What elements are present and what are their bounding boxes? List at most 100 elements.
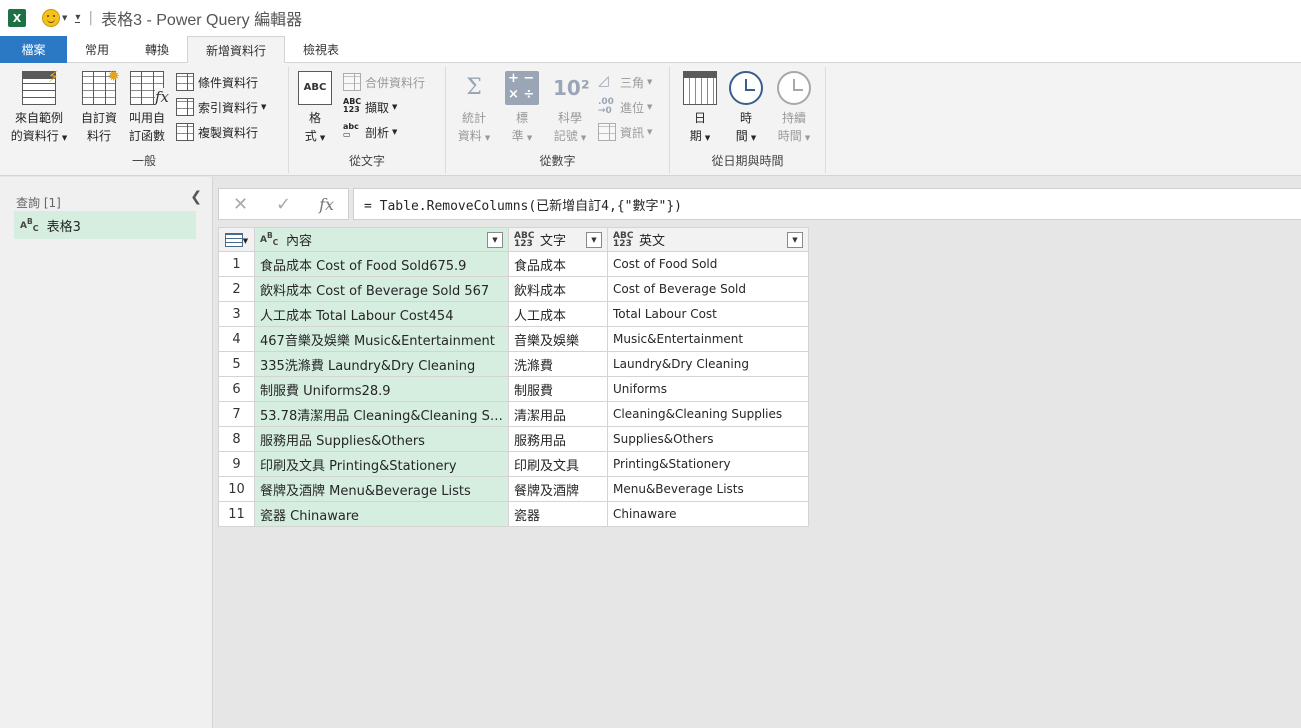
rounding-button[interactable]: .00 →0 進位 ▼ — [598, 96, 652, 118]
fx-icon[interactable]: fx — [319, 195, 334, 214]
table-body: 1 食品成本 Cost of Food Sold675.9 食品成本 Cost of … — [218, 251, 809, 527]
row-number[interactable]: 1 — [218, 251, 255, 277]
any-type-icon[interactable]: ABC 123 — [613, 231, 633, 248]
cell-content[interactable]: 印刷及文具 Printing&Stationery — [254, 451, 509, 477]
cell-text[interactable]: 清潔用品 — [508, 401, 608, 427]
stopwatch-icon — [777, 71, 811, 105]
cell-english[interactable]: Cleaning&Cleaning Supplies — [607, 401, 809, 427]
cell-content[interactable]: 瓷器 Chinaware — [254, 501, 509, 527]
cell-text[interactable]: 人工成本 — [508, 301, 608, 327]
row-number[interactable]: 2 — [218, 276, 255, 302]
column-from-examples-button[interactable]: ⚡ 來自範例 的資料行 ▼ — [6, 68, 72, 147]
tab-view[interactable]: 檢視表 — [285, 36, 357, 63]
cell-text[interactable]: 音樂及娛樂 — [508, 326, 608, 352]
cell-english[interactable]: Menu&Beverage Lists — [607, 476, 809, 502]
duplicate-column-button[interactable]: 複製資料行 — [176, 121, 258, 143]
cell-content[interactable]: 餐牌及酒牌 Menu&Beverage Lists — [254, 476, 509, 502]
column-header-text[interactable]: ABC 123 文字 ▼ — [508, 227, 608, 252]
cell-content[interactable]: 335洗滌費 Laundry&Dry Cleaning — [254, 351, 509, 377]
parse-button[interactable]: abc ▭ 剖析 ▼ — [343, 121, 397, 143]
query-item[interactable]: ABC 表格3 — [14, 211, 196, 239]
row-number[interactable]: 5 — [218, 351, 255, 377]
cell-english[interactable]: Printing&Stationery — [607, 451, 809, 477]
formula-input[interactable]: = Table.RemoveColumns(已新增自訂4,{"數字"}) — [353, 188, 1301, 220]
cell-english[interactable]: Supplies&Others — [607, 426, 809, 452]
tab-add-column[interactable]: 新增資料行 — [187, 36, 286, 64]
check-icon[interactable]: ✓ — [276, 194, 291, 215]
filter-dropdown-icon[interactable]: ▼ — [487, 231, 503, 248]
information-button[interactable]: 資訊 ▼ — [598, 121, 652, 143]
group-general-label: 一般 — [131, 154, 156, 168]
cell-english[interactable]: Music&Entertainment — [607, 326, 809, 352]
row-number[interactable]: 9 — [218, 451, 255, 477]
any-type-icon[interactable]: ABC 123 — [514, 231, 534, 248]
chevron-down-icon: ▼ — [261, 103, 267, 111]
cell-english[interactable]: Cost of Food Sold — [607, 251, 809, 277]
row-number[interactable]: 6 — [218, 376, 255, 402]
trigonometry-button[interactable]: ◿ 三角 ▼ — [598, 71, 652, 93]
customize-toolbar-icon[interactable]: ▾ — [75, 12, 81, 23]
tab-home[interactable]: 常用 — [67, 36, 127, 63]
column-from-examples-icon: ⚡ — [22, 68, 59, 105]
text-type-icon[interactable]: ABC — [260, 232, 280, 247]
statistics-label-1: 統計 — [461, 111, 486, 125]
statistics-button[interactable]: Σ 統計 資料 ▼ — [452, 71, 496, 147]
cell-content[interactable]: 467音樂及娛樂 Music&Entertainment — [254, 326, 509, 352]
format-button[interactable]: ABC 格 式 ▼ — [295, 71, 335, 147]
chevron-down-icon[interactable]: ▼ — [62, 14, 67, 22]
tab-transform[interactable]: 轉換 — [127, 36, 187, 63]
column-header-english[interactable]: ABC 123 英文 ▼ — [607, 227, 809, 252]
standard-label-2: 準 ▼ — [502, 127, 542, 147]
cell-text[interactable]: 食品成本 — [508, 251, 608, 277]
row-number[interactable]: 10 — [218, 476, 255, 502]
table-corner[interactable]: ▼ — [218, 227, 255, 252]
feedback-smiley-icon[interactable] — [42, 9, 60, 27]
scientific-label-2: 記號 ▼ — [548, 127, 592, 147]
cell-text[interactable]: 印刷及文具 — [508, 451, 608, 477]
cell-english[interactable]: Chinaware — [607, 501, 809, 527]
cell-content[interactable]: 服務用品 Supplies&Others — [254, 426, 509, 452]
cell-content[interactable]: 人工成本 Total Labour Cost454 — [254, 301, 509, 327]
column-header-label: 英文 — [639, 234, 666, 249]
row-number[interactable]: 8 — [218, 426, 255, 452]
index-column-button[interactable]: 索引資料行 ▼ — [176, 96, 266, 118]
cell-content[interactable]: 食品成本 Cost of Food Sold675.9 — [254, 251, 509, 277]
filter-dropdown-icon[interactable]: ▼ — [586, 231, 602, 248]
cell-english[interactable]: Cost of Beverage Sold — [607, 276, 809, 302]
row-number[interactable]: 3 — [218, 301, 255, 327]
cell-english[interactable]: Total Labour Cost — [607, 301, 809, 327]
cell-text[interactable]: 制服費 — [508, 376, 608, 402]
cell-text[interactable]: 洗滌費 — [508, 351, 608, 377]
standard-label-1: 標 — [515, 111, 528, 125]
scientific-label-1: 科學 — [557, 111, 582, 125]
date-button[interactable]: 日 期 ▼ — [680, 71, 720, 147]
chevron-left-icon[interactable]: ❮ — [190, 189, 202, 205]
filter-dropdown-icon[interactable]: ▼ — [787, 231, 803, 248]
merge-columns-button[interactable]: 合併資料行 — [343, 71, 425, 93]
cell-english[interactable]: Uniforms — [607, 376, 809, 402]
text-type-icon: ABC — [20, 216, 39, 233]
cell-content[interactable]: 53.78清潔用品 Cleaning&Cleaning Suppl... — [254, 401, 509, 427]
duration-button[interactable]: 持續 時間 ▼ — [772, 71, 816, 147]
excel-icon[interactable]: X — [8, 9, 26, 27]
conditional-column-button[interactable]: 條件資料行 — [176, 71, 258, 93]
cell-text[interactable]: 飲料成本 — [508, 276, 608, 302]
custom-column-button[interactable]: ✹ 自訂資 料行 — [76, 67, 122, 145]
cell-text[interactable]: 服務用品 — [508, 426, 608, 452]
column-header-content[interactable]: ABC 內容 ▼ — [254, 227, 509, 252]
row-number[interactable]: 11 — [218, 501, 255, 527]
invoke-custom-function-button[interactable]: fx 叫用自 訂函數 — [124, 71, 170, 145]
scientific-button[interactable]: 10² 科學 記號 ▼ — [548, 71, 592, 147]
cell-content[interactable]: 飲料成本 Cost of Beverage Sold 567 — [254, 276, 509, 302]
cell-content[interactable]: 制服費 Uniforms28.9 — [254, 376, 509, 402]
cell-text[interactable]: 餐牌及酒牌 — [508, 476, 608, 502]
standard-button[interactable]: 標 準▼ — [502, 71, 542, 147]
extract-button[interactable]: ABC 123 擷取 ▼ — [343, 96, 397, 118]
time-button[interactable]: 時 間 ▼ — [726, 71, 766, 147]
row-number[interactable]: 7 — [218, 401, 255, 427]
cell-text[interactable]: 瓷器 — [508, 501, 608, 527]
row-number[interactable]: 4 — [218, 326, 255, 352]
cancel-icon[interactable]: ✕ — [233, 194, 248, 215]
cell-english[interactable]: Laundry&Dry Cleaning — [607, 351, 809, 377]
tab-file[interactable]: 檔案 — [0, 36, 67, 63]
